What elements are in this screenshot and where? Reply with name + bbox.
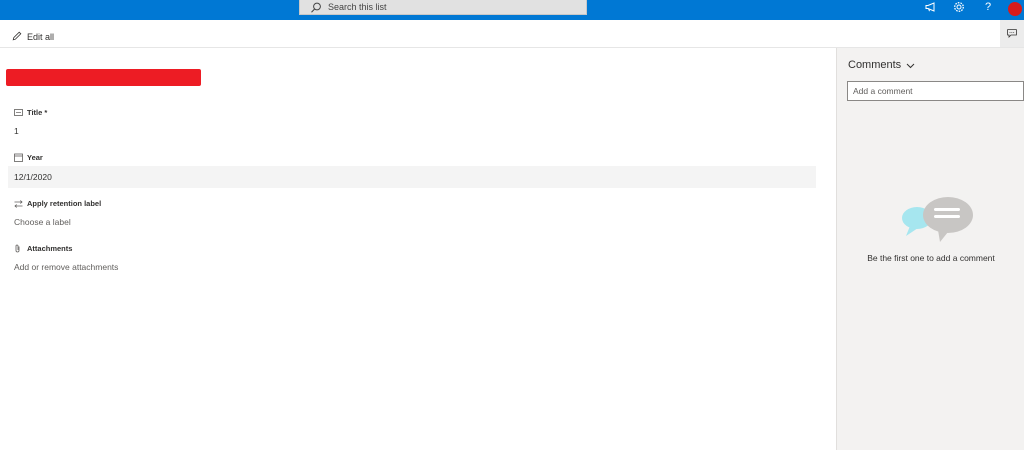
calendar-icon (14, 153, 23, 162)
comments-title: Comments (848, 59, 902, 71)
field-value-year[interactable]: 12/1/2020 (8, 166, 816, 188)
empty-comments-message: Be the first one to add a comment (867, 253, 995, 263)
chevron-down-icon (906, 61, 915, 70)
comments-header[interactable]: Comments (848, 59, 915, 71)
item-form: Title * 1 Year 12/1/2020 Apply retention… (0, 48, 836, 450)
add-comment-input[interactable] (847, 81, 1024, 101)
conversation-illustration-icon (900, 196, 976, 244)
command-bar: Edit all (0, 20, 1024, 48)
comments-toggle-button[interactable] (1000, 20, 1024, 47)
field-label-retention: Apply retention label (14, 199, 101, 208)
search-placeholder: Search this list (328, 2, 387, 12)
megaphone-icon[interactable] (924, 0, 938, 14)
field-label-year: Year (14, 153, 43, 162)
suite-bar: Search this list ? (0, 0, 1024, 20)
search-box[interactable]: Search this list (299, 0, 587, 15)
transfer-icon (14, 199, 23, 208)
comments-pane: Comments Be the first one to add a comme… (836, 48, 1024, 450)
field-value-attachments[interactable]: Add or remove attachments (0, 256, 816, 278)
edit-all-label: Edit all (27, 32, 55, 42)
field-label-attachments: Attachments (14, 244, 72, 253)
paperclip-icon (14, 244, 23, 253)
redacted-item-title (6, 69, 201, 86)
field-value-retention[interactable]: Choose a label (0, 211, 816, 233)
pencil-icon (12, 28, 22, 46)
gear-icon[interactable] (952, 0, 966, 14)
edit-all-button[interactable]: Edit all (12, 28, 54, 46)
avatar[interactable] (1008, 2, 1022, 16)
text-field-icon (14, 108, 23, 117)
help-icon[interactable]: ? (982, 0, 994, 14)
search-icon (310, 1, 322, 13)
field-value-title[interactable]: 1 (0, 120, 816, 142)
comment-icon (1007, 25, 1017, 43)
field-label-title: Title * (14, 108, 47, 117)
